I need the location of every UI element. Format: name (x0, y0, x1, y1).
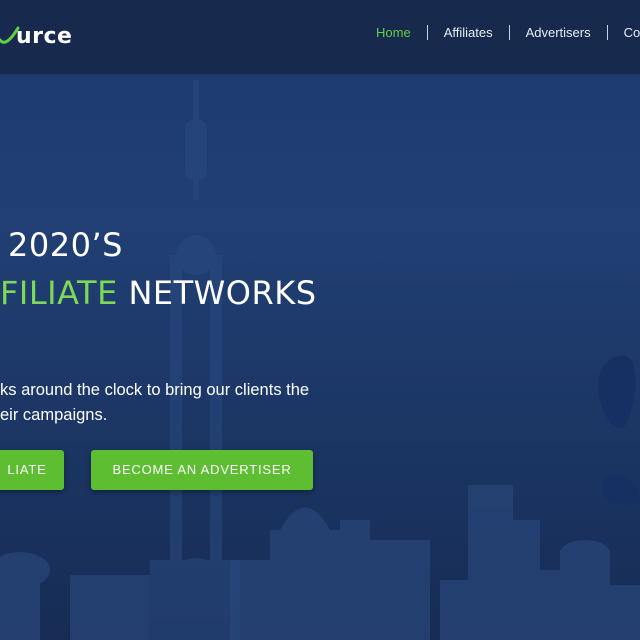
nav-item-home[interactable]: Home (376, 25, 411, 40)
main-nav: Home Affiliates Advertisers Co (376, 25, 640, 40)
city-skyline-background (0, 80, 640, 640)
nav-item-advertisers[interactable]: Advertisers (526, 25, 591, 40)
brand-logo-text: urce (16, 24, 73, 49)
hero-section (0, 0, 640, 640)
nav-separator (606, 25, 608, 40)
hero-heading-line2: FILIATE NETWORKS (0, 274, 317, 312)
nav-item-affiliates[interactable]: Affiliates (444, 25, 493, 40)
hero-description-line2: eir campaigns. (0, 406, 108, 424)
nav-separator (426, 25, 428, 40)
hero-heading-line1: 2020’S (0, 226, 123, 264)
brand-logo[interactable]: urce (0, 22, 72, 52)
hero-heading-rest: NETWORKS (117, 274, 317, 312)
top-navbar: urce Home Affiliates Advertisers Co (0, 0, 640, 75)
hero-description: ks around the clock to bring our clients… (0, 378, 360, 428)
nav-item-contact[interactable]: Co (624, 25, 640, 40)
nav-separator (508, 25, 510, 40)
hero-heading-accent: FILIATE (0, 274, 118, 312)
hero-description-line1: ks around the clock to bring our clients… (0, 381, 310, 399)
hero-heading-line1-text: 2020’S (8, 226, 123, 264)
become-advertiser-button[interactable]: BECOME AN ADVERTISER (91, 450, 313, 490)
become-affiliate-button[interactable]: LIATE (0, 450, 64, 490)
